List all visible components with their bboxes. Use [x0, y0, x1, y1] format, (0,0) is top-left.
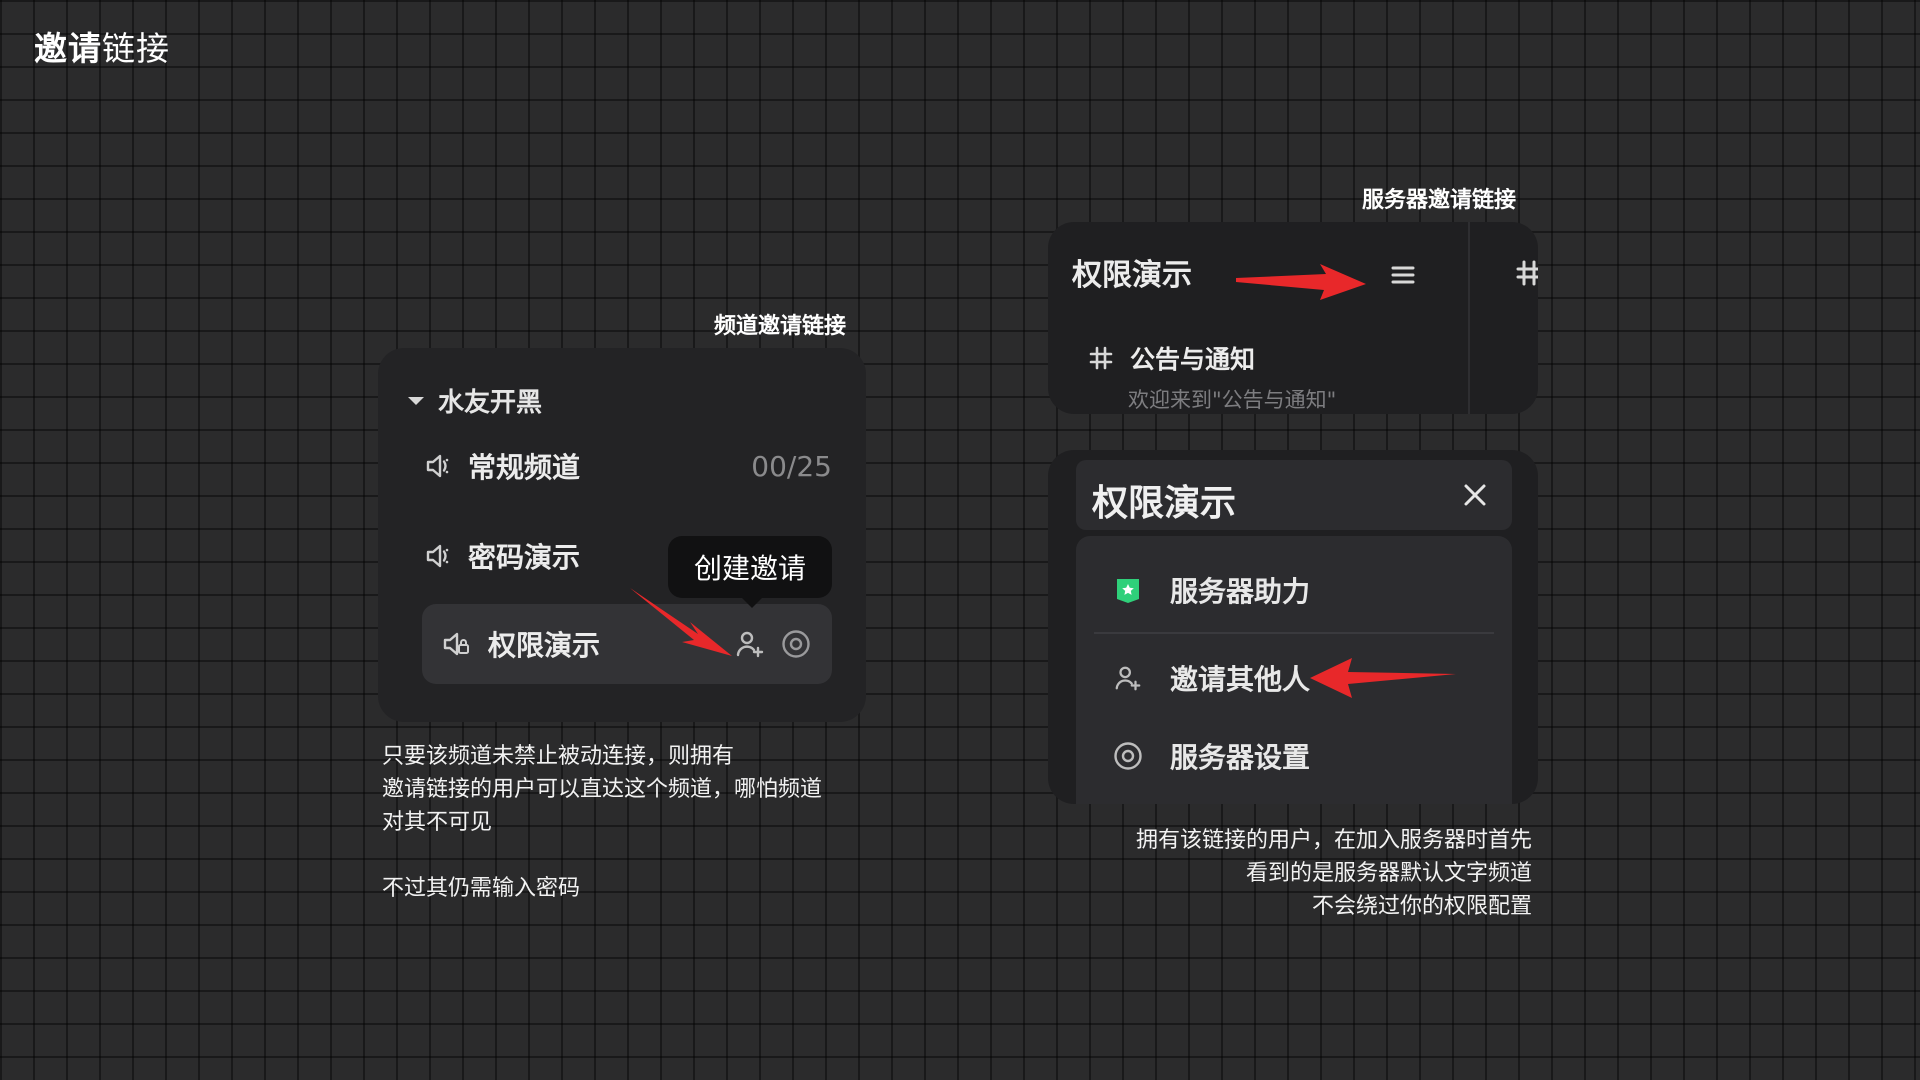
boost-icon	[1112, 574, 1144, 606]
server-header-panel: 权限演示 公告与通知 欢迎来到"公告与通知"	[1048, 222, 1538, 414]
channel-list-panel: 水友开黑 常规频道 00/25 密码演示 权限演示 创建邀请	[378, 348, 866, 722]
annotation-arrow	[630, 588, 732, 656]
channel-label: 公告与通知	[1130, 345, 1256, 374]
voice-channel-permission[interactable]: 权限演示	[422, 604, 832, 684]
voice-channel-general[interactable]: 常规频道 00/25	[422, 446, 832, 486]
settings-icon[interactable]	[780, 628, 812, 660]
close-icon[interactable]	[1460, 480, 1490, 510]
hash-icon	[1514, 258, 1538, 288]
server-name[interactable]: 权限演示	[1072, 250, 1192, 294]
invite-user-icon	[1112, 662, 1144, 694]
speaker-icon	[422, 450, 454, 482]
channel-invite-caption: 频道邀请链接	[714, 314, 847, 339]
voice-channel-password[interactable]: 密码演示	[422, 536, 580, 576]
menu-item-boost[interactable]: 服务器助力	[1112, 570, 1310, 610]
hash-icon	[1088, 345, 1114, 371]
channel-invite-description: 只要该频道未禁止被动连接，则拥有 邀请链接的用户可以直达这个频道，哪怕频道 对其…	[382, 744, 823, 901]
annotation-arrow	[1236, 264, 1366, 300]
speaker-icon	[422, 540, 454, 572]
server-invite-caption: 服务器邀请链接	[1362, 188, 1517, 213]
member-count: 00/25	[751, 449, 832, 483]
server-menu-panel: 权限演示 服务器助力 邀请其他人 服务器设置	[1048, 450, 1538, 804]
menu-item-settings[interactable]: 服务器设置	[1112, 736, 1310, 776]
locked-speaker-icon	[440, 628, 472, 660]
channel-announcements[interactable]: 公告与通知	[1088, 340, 1255, 376]
server-menu-header: 权限演示	[1076, 460, 1512, 530]
caret-down-icon	[408, 396, 424, 405]
server-menu: 服务器助力 邀请其他人 服务器设置	[1076, 536, 1512, 804]
panel-divider	[1468, 222, 1470, 414]
settings-icon	[1112, 740, 1144, 772]
page-title: 邀请链接	[34, 29, 170, 68]
annotation-arrow	[1310, 658, 1456, 698]
channel-label: 密码演示	[468, 541, 581, 574]
channel-label: 常规频道	[468, 451, 581, 484]
category-label: 水友开黑	[438, 388, 543, 418]
create-invite-icon[interactable]	[734, 628, 766, 660]
server-invite-description: 拥有该链接的用户，在加入服务器时首先 看到的是服务器默认文字频道 不会绕过你的权…	[1135, 828, 1532, 919]
menu-item-label: 服务器设置	[1170, 741, 1311, 774]
menu-item-label: 邀请其他人	[1170, 663, 1311, 696]
channel-label: 权限演示	[488, 629, 601, 662]
server-name: 权限演示	[1092, 483, 1237, 524]
menu-divider	[1094, 632, 1494, 634]
channel-description: 欢迎来到"公告与通知"	[1128, 388, 1337, 412]
menu-icon[interactable]	[1388, 260, 1418, 290]
menu-item-invite[interactable]: 邀请其他人	[1112, 658, 1310, 698]
menu-item-label: 服务器助力	[1170, 575, 1311, 608]
category-header[interactable]: 水友开黑	[408, 382, 542, 419]
